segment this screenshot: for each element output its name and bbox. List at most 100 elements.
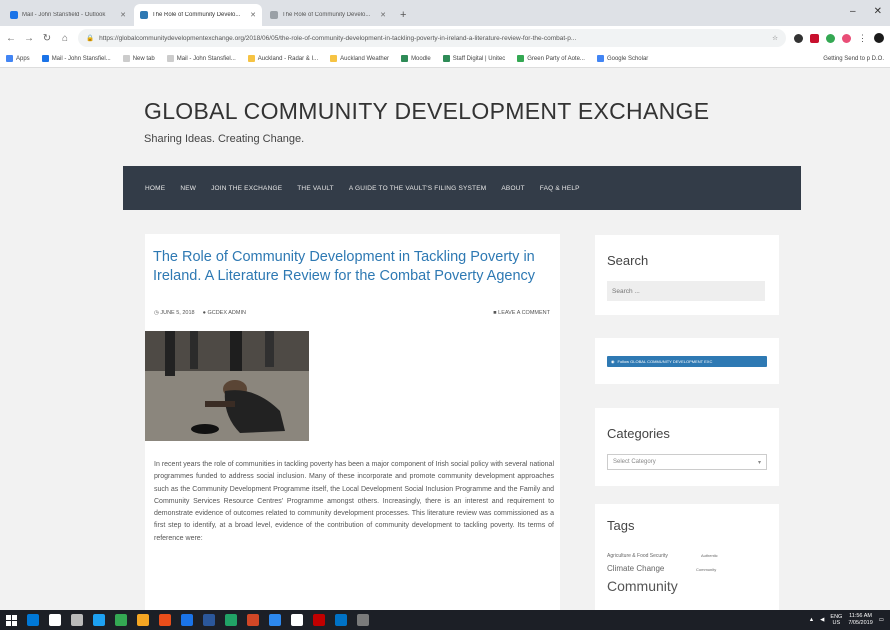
tab-close-icon[interactable]: ✕ [120,11,126,19]
forward-arrow-icon[interactable]: → [24,33,34,44]
bookmark-item[interactable]: Mail - John Stansfiel... [166,55,236,62]
bookmark-icon [442,55,450,62]
post-title[interactable]: The Role of Community Development in Tac… [153,248,553,286]
tag-link[interactable]: Agriculture & Food Security [607,553,668,559]
beggar-photo [145,331,309,441]
post-excerpt: In recent years the role of communities … [154,461,554,542]
bookmark-label: Mail - John Stansfiel... [176,55,236,62]
taskbar-app-icon[interactable] [159,614,171,626]
taskbar-app-icon[interactable] [269,614,281,626]
profile-avatar-icon[interactable] [874,33,884,43]
tab-close-icon[interactable]: ✕ [380,11,386,19]
tag-link[interactable]: Climate Change [607,564,664,573]
lang-indicator[interactable]: ENG US [830,614,842,626]
reload-icon[interactable]: ↻ [42,33,52,44]
taskbar-app-icon[interactable] [115,614,127,626]
search-widget: Search [595,235,779,315]
post-author[interactable]: GCDEX ADMIN [207,310,246,316]
tab-close-icon[interactable]: ✕ [250,11,256,19]
taskbar-app-icon[interactable] [27,614,39,626]
tag-link[interactable]: Authentic [701,553,718,558]
nav-item[interactable]: JOIN THE EXCHANGE [211,185,282,192]
site-title[interactable]: GLOBAL COMMUNITY DEVELOPMENT EXCHANGE [144,98,709,125]
bookmark-label: Auckland Weather [340,55,390,62]
featured-image [145,331,309,441]
windows-start-icon[interactable] [6,614,17,626]
leave-comment-link[interactable]: ■ LEAVE A COMMENT [493,310,550,316]
bookmark-star-icon[interactable]: ☆ [772,34,778,42]
nav-item[interactable]: ABOUT [501,185,524,192]
browser-tab-outlook[interactable]: Mail - John Stansfield - Outlook ✕ [4,4,132,26]
extension-icon[interactable] [826,33,835,43]
follow-button[interactable]: ◉ Follow GLOBAL COMMUNITY DEVELOPMENT EX… [607,356,767,367]
category-select[interactable]: Select Category ▾ [607,454,767,470]
tag-link[interactable]: Community [607,578,678,594]
bookmark-item[interactable]: Auckland - Radar & I... [247,55,318,62]
nav-item[interactable]: NEW [180,185,196,192]
taskbar-app-icon[interactable] [203,614,215,626]
taskbar-app-icon[interactable] [225,614,237,626]
url-text: https://globalcommunitydevelopmentexchan… [99,34,577,42]
bookmark-item[interactable]: Mail - John Stansfiel... [41,55,111,62]
taskbar-app-icon[interactable] [71,614,83,626]
nav-item[interactable]: THE VAULT [297,185,334,192]
bookmark-icon [122,55,130,62]
new-tab-button[interactable]: + [394,4,412,26]
bookmark-item[interactable]: Green Party of Aote... [517,55,585,62]
clock-time: 11:56 AM [849,613,872,619]
network-icon[interactable]: ▲ [809,617,814,623]
address-bar[interactable]: 🔒 https://globalcommunitydevelopmentexch… [78,29,786,47]
post-date[interactable]: JUNE 5, 2018 [160,310,194,316]
taskbar-app-icon[interactable] [93,614,105,626]
extension-icon[interactable] [810,33,819,43]
minimize-window-button[interactable]: – [850,6,856,17]
bookmarks-bar: Apps Mail - John Stansfiel... New tab Mail … [0,50,890,68]
bookmark-item[interactable]: Auckland Weather [330,55,389,62]
taskbar-app-icon[interactable] [335,614,347,626]
notification-icon[interactable]: ▭ [879,617,884,623]
bookmark-item[interactable]: Google Scholar [596,55,648,62]
bookmark-other[interactable]: Getting Send to p D.O. [823,56,884,62]
main-navigation: HOME NEW JOIN THE EXCHANGE THE VAULT A GUIDE… [123,166,801,210]
bookmark-icon [517,55,525,62]
clock-icon: ◷ [154,310,159,316]
tag-link[interactable]: Community [696,567,716,572]
bookmark-icon [6,55,13,62]
close-window-button[interactable]: ✕ [874,6,882,17]
nav-item[interactable]: HOME [145,185,165,192]
browser-tab-pdf[interactable]: The Role of Community Develo... ✕ [264,4,392,26]
bookmark-icon [247,55,255,62]
taskbar-app-icon[interactable] [49,614,61,626]
tags-widget: Tags Agriculture & Food Security Authent… [595,504,779,610]
taskbar-app-icon[interactable] [291,614,303,626]
extension-icon[interactable] [842,33,851,43]
taskbar-app-icon[interactable] [247,614,259,626]
clock-date: 7/05/2019 [848,620,873,626]
bookmark-label: Apps [16,55,30,62]
browser-tab-active[interactable]: The Role of Community Develo... ✕ [134,4,262,26]
volume-icon[interactable]: ◀ [820,617,824,623]
nav-item[interactable]: A GUIDE TO THE VAULT'S FILING SYSTEM [349,185,487,192]
taskbar-app-icon[interactable] [357,614,369,626]
bookmark-item[interactable]: Apps [6,55,30,62]
back-arrow-icon[interactable]: ← [6,33,16,44]
search-input[interactable] [607,281,765,301]
bookmark-item[interactable]: New tab [122,55,155,62]
tab-title: The Role of Community Develo... [282,12,371,18]
document-favicon-icon [270,11,278,19]
leave-comment-label: LEAVE A COMMENT [498,310,550,316]
taskbar-app-icon[interactable] [137,614,149,626]
extension-icon[interactable] [794,33,803,43]
nav-item[interactable]: FAQ & HELP [540,185,580,192]
bookmark-label: Green Party of Aote... [527,55,585,62]
clock[interactable]: 11:56 AM 7/05/2019 [848,613,872,627]
home-icon[interactable]: ⌂ [60,33,70,44]
category-select-value: Select Category [613,459,656,465]
taskbar-app-icon[interactable] [313,614,325,626]
bookmark-item[interactable]: Staff Digital | Unitec [442,55,505,62]
menu-dots-icon[interactable]: ⋮ [858,33,867,44]
tags-widget-title: Tags [607,518,635,533]
bookmark-item[interactable]: Moodle [401,55,431,62]
taskbar-app-icon[interactable] [181,614,193,626]
lock-icon: 🔒 [86,35,95,42]
